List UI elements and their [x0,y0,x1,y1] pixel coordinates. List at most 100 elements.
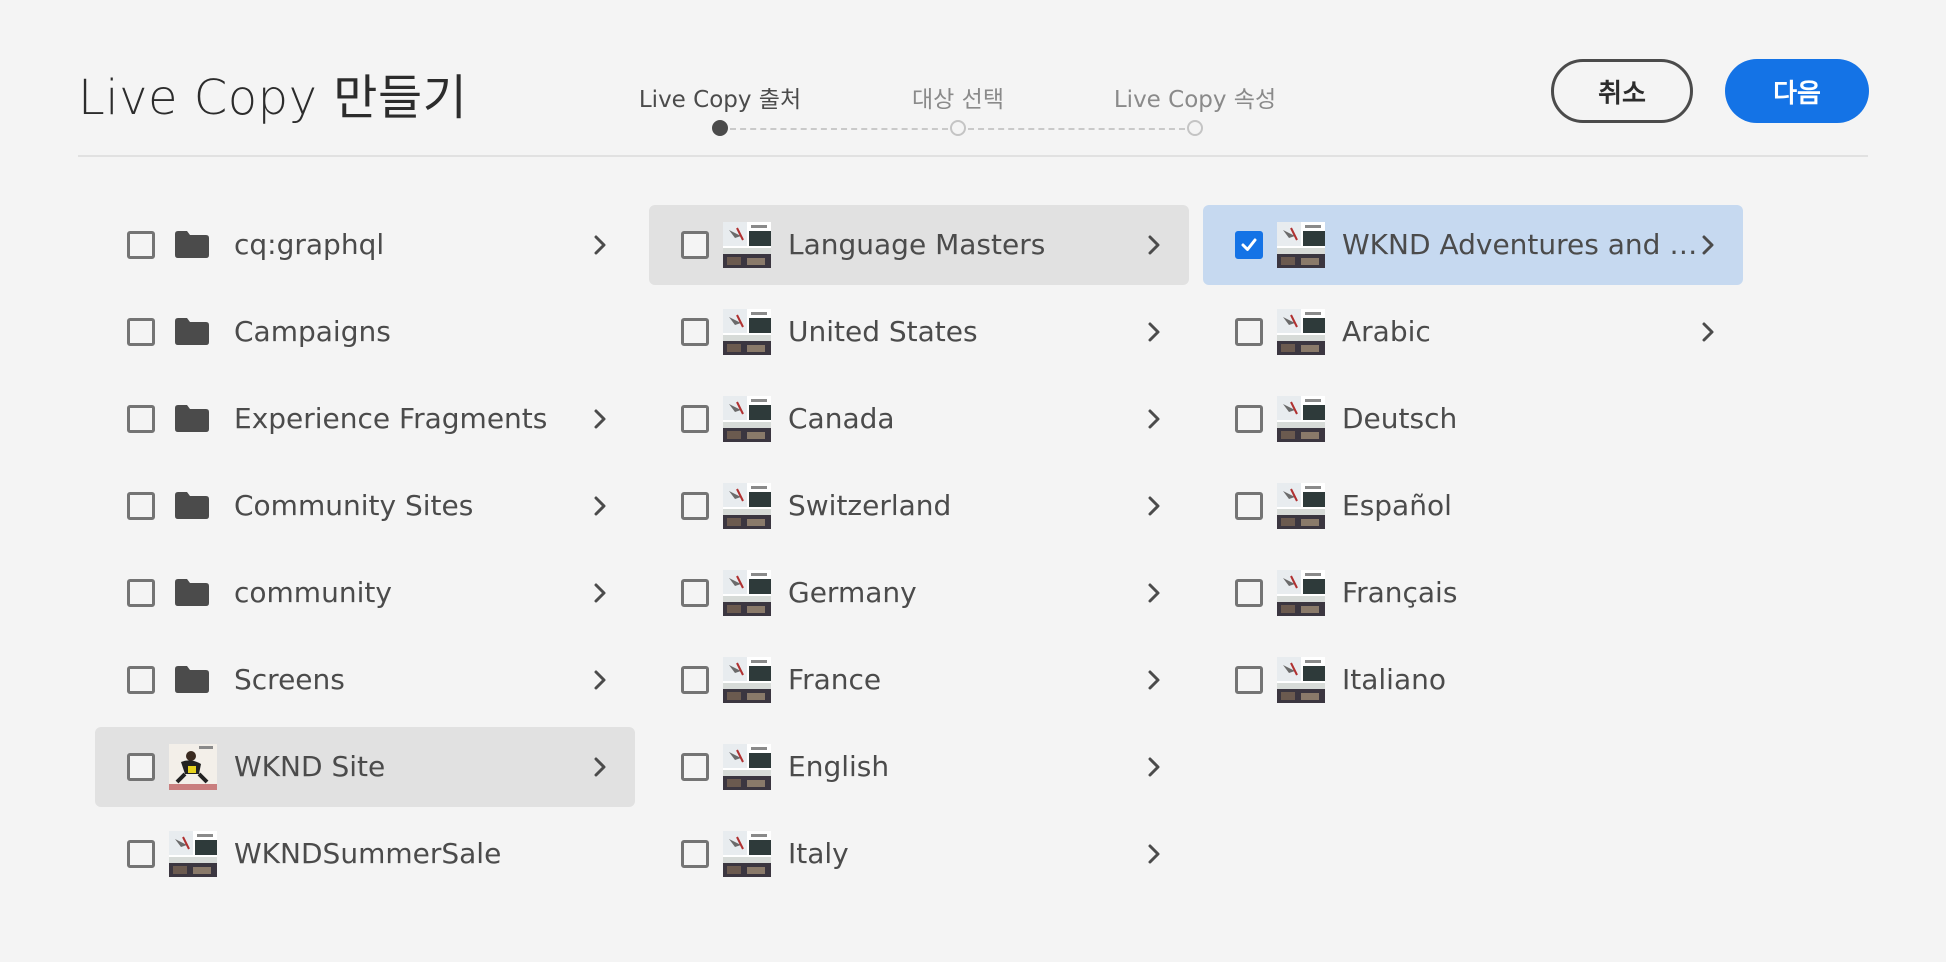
column-item-canada[interactable]: Canada [649,379,1189,459]
page-thumbnail-icon [723,396,771,442]
checkbox[interactable] [1235,318,1263,346]
wizard-step-properties-marker [1187,120,1203,136]
page-thumbnail-icon [1277,222,1325,268]
column-item-label: United States [788,315,978,348]
column-item-label: Español [1342,489,1452,522]
checkbox[interactable] [681,840,709,868]
column-item-wknd-site[interactable]: WKND Site [95,727,635,807]
wizard-step-source-label: Live Copy 출처 [638,87,802,113]
chevron-right-icon[interactable] [593,756,607,778]
page-thumbnail-icon [723,483,771,529]
wizard-step-source-marker [712,120,728,136]
checkbox[interactable] [127,579,155,607]
header-divider [78,155,1868,157]
column-item-community[interactable]: community [95,553,635,633]
column-1: cq:graphql Campaigns Experience Fragments C… [95,205,635,901]
column-item-switzerland[interactable]: Switzerland [649,466,1189,546]
chevron-right-icon[interactable] [593,669,607,691]
checkbox[interactable] [681,579,709,607]
checkbox[interactable] [127,318,155,346]
column-item-label: Screens [234,663,345,696]
chevron-right-icon[interactable] [1147,843,1161,865]
column-item-label: community [234,576,392,609]
checkbox[interactable] [127,492,155,520]
column-item-label: Language Masters [788,228,1046,261]
column-item-label: Germany [788,576,917,609]
chevron-right-icon[interactable] [593,234,607,256]
checkbox[interactable] [1235,492,1263,520]
column-item-label: Arabic [1342,315,1431,348]
chevron-right-icon[interactable] [593,495,607,517]
column-3: WKND Adventures and Tr... Arabic Deutsch Es… [1203,205,1743,727]
chevron-right-icon[interactable] [1147,408,1161,430]
column-item-wkndsummersale[interactable]: WKNDSummerSale [95,814,635,894]
column-item-community-sites[interactable]: Community Sites [95,466,635,546]
checkbox[interactable] [681,318,709,346]
column-item-germany[interactable]: Germany [649,553,1189,633]
column-item-label: WKND Site [234,750,386,783]
checkbox[interactable] [681,231,709,259]
checkbox[interactable] [681,753,709,781]
column-item-campaigns[interactable]: Campaigns [95,292,635,372]
checkbox[interactable] [127,405,155,433]
checkbox[interactable] [127,840,155,868]
column-item-united-states[interactable]: United States [649,292,1189,372]
page-thumbnail-icon [1277,396,1325,442]
wizard-step-destination-marker [950,120,966,136]
wizard-step-properties-label: Live Copy 속성 [1113,87,1277,113]
column-item-label: WKND Adventures and Tr... [1342,228,1702,261]
folder-icon [175,230,209,258]
checkbox-checked[interactable] [1235,231,1263,259]
checkbox[interactable] [127,753,155,781]
column-item-label: Experience Fragments [234,402,548,435]
checkbox[interactable] [1235,405,1263,433]
column-item-language-masters[interactable]: Language Masters [649,205,1189,285]
column-item-label: France [788,663,882,696]
column-item-label: WKNDSummerSale [234,837,502,870]
page-thumbnail-icon [723,744,771,790]
column-item-cq-graphql[interactable]: cq:graphql [95,205,635,285]
folder-icon [175,317,209,345]
checkbox[interactable] [681,666,709,694]
chevron-right-icon[interactable] [1147,582,1161,604]
page-thumbnail-icon [169,831,217,877]
wizard-step-connector [968,128,1185,130]
chevron-right-icon[interactable] [1147,756,1161,778]
column-item-fran-ais[interactable]: Français [1203,553,1743,633]
column-item-english[interactable]: English [649,727,1189,807]
checkbox[interactable] [127,666,155,694]
next-button[interactable]: 다음 [1725,59,1869,123]
chevron-right-icon[interactable] [1147,321,1161,343]
column-item-deutsch[interactable]: Deutsch [1203,379,1743,459]
column-item-wknd-adventures-and-tr[interactable]: WKND Adventures and Tr... [1203,205,1743,285]
wizard-step-connector [730,128,948,130]
column-item-label: Italy [788,837,849,870]
column-item-espa-ol[interactable]: Español [1203,466,1743,546]
chevron-right-icon[interactable] [1147,495,1161,517]
chevron-right-icon[interactable] [1701,321,1715,343]
column-item-italy[interactable]: Italy [649,814,1189,894]
column-item-label: Italiano [1342,663,1446,696]
chevron-right-icon[interactable] [593,408,607,430]
column-item-arabic[interactable]: Arabic [1203,292,1743,372]
column-item-italiano[interactable]: Italiano [1203,640,1743,720]
folder-icon [175,578,209,606]
column-item-label: Canada [788,402,895,435]
checkbox[interactable] [127,231,155,259]
column-item-france[interactable]: France [649,640,1189,720]
wizard-steps: Live Copy 출처 대상 선택 Live Copy 속성 [620,0,1300,160]
checkbox[interactable] [681,405,709,433]
skater-thumbnail-icon [169,744,217,790]
column-item-label: Campaigns [234,315,391,348]
chevron-right-icon[interactable] [1147,234,1161,256]
column-item-screens[interactable]: Screens [95,640,635,720]
chevron-right-icon[interactable] [1147,669,1161,691]
page-thumbnail-icon [723,831,771,877]
checkbox[interactable] [1235,579,1263,607]
column-item-experience-fragments[interactable]: Experience Fragments [95,379,635,459]
chevron-right-icon[interactable] [1701,234,1715,256]
cancel-button[interactable]: 취소 [1551,59,1693,123]
checkbox[interactable] [681,492,709,520]
checkbox[interactable] [1235,666,1263,694]
chevron-right-icon[interactable] [593,582,607,604]
